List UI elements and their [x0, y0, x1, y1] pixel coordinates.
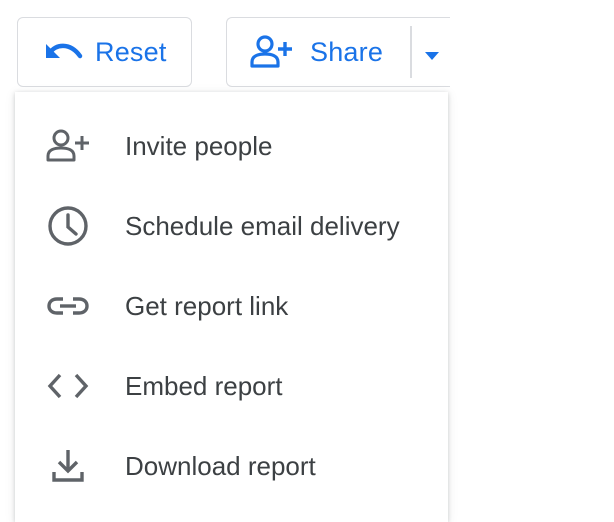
menu-item-label: Embed report: [125, 370, 283, 401]
download-icon: [45, 443, 91, 489]
person-add-icon: [250, 34, 294, 70]
link-icon: [45, 283, 91, 329]
menu-item-label: Download report: [125, 450, 316, 481]
undo-icon: [43, 39, 87, 65]
menu-item-get-report-link[interactable]: Get report link: [15, 266, 448, 346]
menu-item-label: Get report link: [125, 290, 289, 321]
caret-down-icon: [424, 37, 440, 68]
reset-button[interactable]: Reset: [17, 17, 192, 87]
menu-item-invite-people[interactable]: Invite people: [15, 106, 448, 186]
reset-label: Reset: [95, 36, 167, 67]
share-dropdown-toggle[interactable]: [413, 18, 451, 86]
code-icon: [45, 363, 91, 409]
share-button[interactable]: Share: [227, 18, 410, 86]
share-label: Share: [310, 36, 384, 67]
share-divider: [410, 26, 412, 78]
menu-item-download-report[interactable]: Download report: [15, 426, 448, 506]
menu-item-embed-report[interactable]: Embed report: [15, 346, 448, 426]
menu-item-schedule-email[interactable]: Schedule email delivery: [15, 186, 448, 266]
share-menu: Invite people Schedule email delivery Ge…: [15, 92, 448, 522]
menu-item-label: Invite people: [125, 130, 273, 161]
clock-icon: [45, 203, 91, 249]
person-add-icon: [45, 123, 91, 169]
menu-item-label: Schedule email delivery: [125, 210, 400, 241]
share-button-group: Share: [226, 17, 450, 87]
